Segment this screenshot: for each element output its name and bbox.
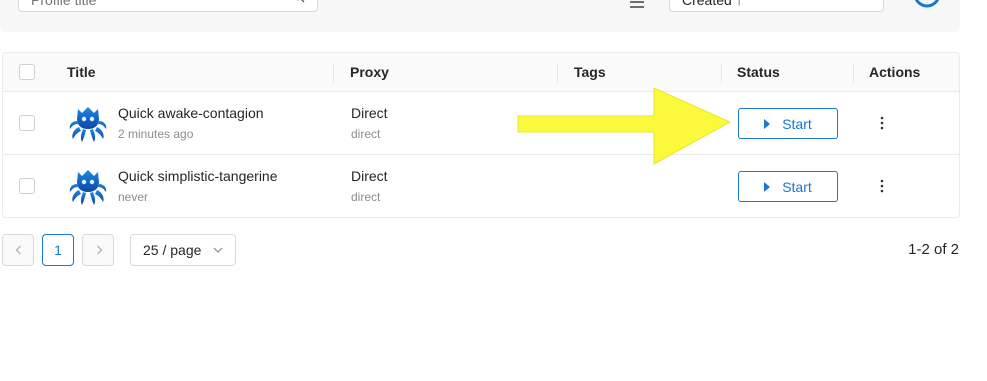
chevron-left-icon: [15, 245, 21, 255]
profiles-toolbar: Created ↑: [0, 0, 960, 32]
search-icon[interactable]: [293, 0, 305, 3]
proxy-name: Direct: [351, 105, 388, 121]
column-divider: [853, 63, 854, 83]
start-profile-button[interactable]: Start: [738, 171, 838, 202]
page-size-select[interactable]: 25 / page: [130, 234, 236, 266]
column-proxy[interactable]: Proxy: [350, 53, 389, 92]
pagination-range-total: 1-2 of 2: [908, 241, 959, 258]
profile-title[interactable]: Quick simplistic-tangerine: [118, 168, 278, 184]
profiles-table: Title Proxy Tags Status Actions Quick aw…: [2, 52, 960, 218]
start-profile-button[interactable]: Start: [738, 108, 838, 139]
page-size-value: 25 / page: [143, 242, 202, 258]
page-button-1[interactable]: 1: [42, 234, 74, 266]
sort-select[interactable]: Created ↑: [669, 0, 884, 12]
octopus-avatar-icon: [69, 170, 107, 205]
start-button-label: Start: [782, 178, 812, 195]
profile-last-used: never: [118, 190, 149, 204]
profile-last-used: 2 minutes ago: [118, 127, 194, 141]
chevron-down-icon: [213, 247, 223, 253]
row-checkbox[interactable]: [19, 178, 35, 194]
column-status[interactable]: Status: [737, 53, 780, 92]
menu-icon[interactable]: [630, 0, 644, 10]
previous-page-button[interactable]: [2, 234, 34, 266]
play-icon: [764, 118, 771, 129]
table-row[interactable]: Quick simplistic-tangerine never Direct …: [3, 155, 959, 218]
start-button-label: Start: [782, 115, 812, 132]
more-vertical-icon[interactable]: [877, 116, 887, 130]
select-all-checkbox[interactable]: [19, 64, 35, 80]
column-actions: Actions: [869, 64, 921, 80]
proxy-type: direct: [351, 127, 381, 141]
column-divider: [721, 63, 722, 83]
next-page-button[interactable]: [82, 234, 114, 266]
proxy-name: Direct: [351, 168, 388, 184]
refresh-icon[interactable]: [912, 0, 942, 12]
column-divider: [557, 63, 558, 83]
proxy-type: direct: [351, 190, 381, 204]
column-divider: [333, 63, 334, 83]
more-vertical-icon[interactable]: [877, 179, 887, 193]
chevron-right-icon: [97, 245, 103, 255]
annotation-arrow-icon: [517, 87, 732, 165]
octopus-avatar-icon: [69, 107, 107, 142]
profile-search-box[interactable]: [18, 0, 318, 12]
row-checkbox[interactable]: [19, 115, 35, 131]
table-header: Title Proxy Tags Status Actions: [3, 53, 959, 92]
profile-title[interactable]: Quick awake-contagion: [118, 105, 264, 121]
profile-search-input[interactable]: [19, 0, 279, 11]
play-icon: [764, 181, 771, 192]
table-row[interactable]: Quick awake-contagion 2 minutes ago Dire…: [3, 92, 959, 155]
column-title[interactable]: Title: [67, 53, 96, 92]
